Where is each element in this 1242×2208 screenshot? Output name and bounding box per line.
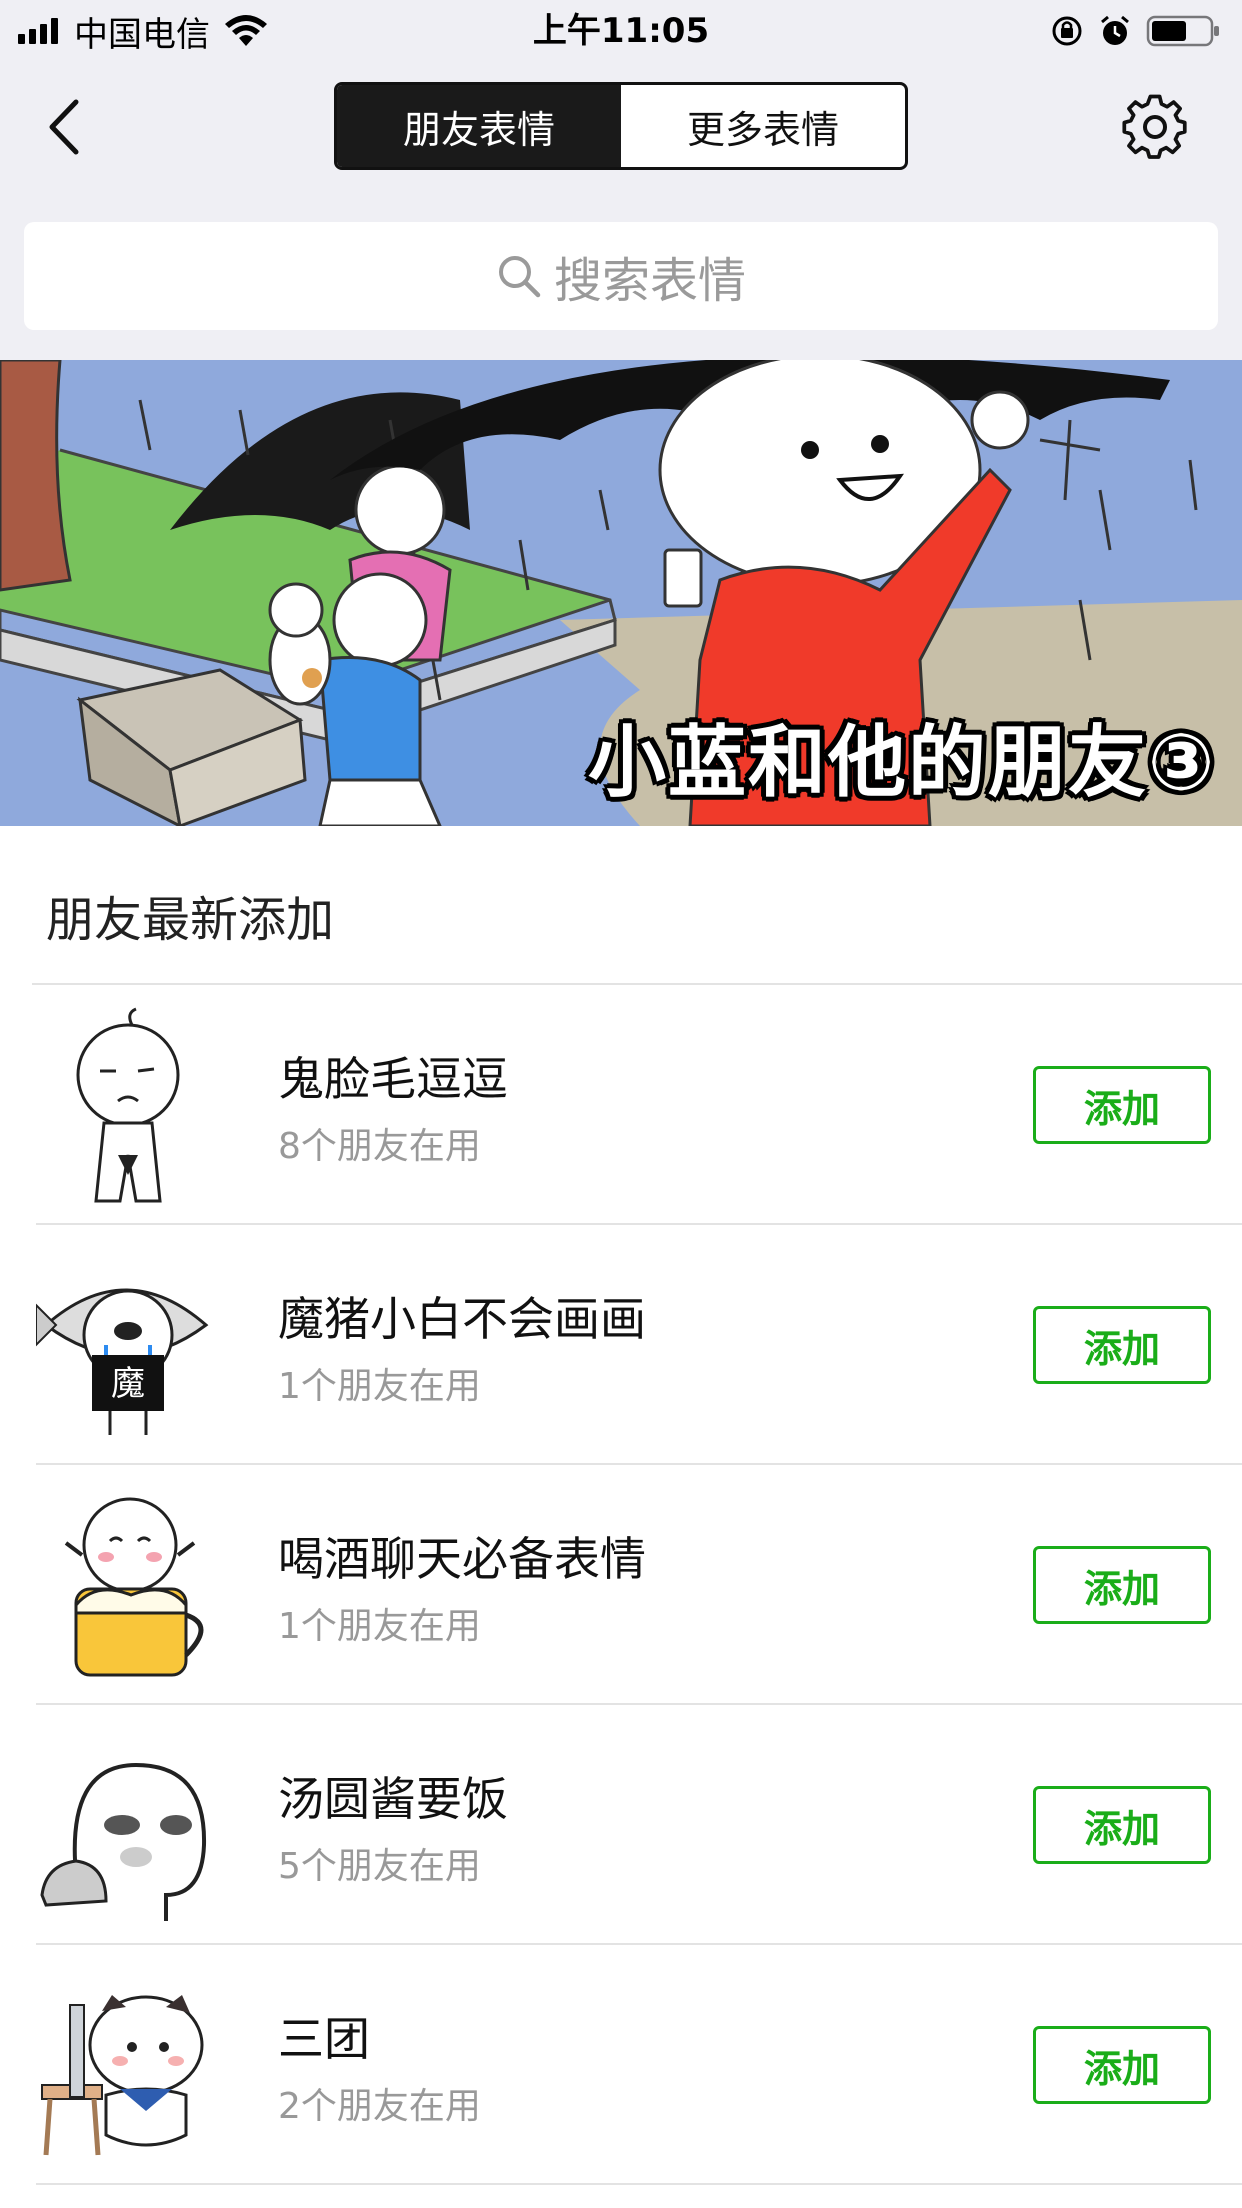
- search-icon: [498, 256, 541, 298]
- battery-icon: [1146, 15, 1219, 47]
- sticker-thumbnail: [64, 1497, 204, 1677]
- add-button[interactable]: 添加: [1033, 1786, 1211, 1864]
- sticker-thumbnail: [40, 1762, 207, 1921]
- sticker-usage: 1个朋友在用: [278, 1606, 481, 1647]
- add-button[interactable]: 添加: [1033, 1066, 1211, 1144]
- orientation-lock-icon: [1052, 16, 1082, 46]
- svg-text:魔: 魔: [111, 1364, 145, 1404]
- gear-icon[interactable]: [1120, 92, 1190, 162]
- status-bar-right: [1036, 10, 1222, 52]
- sticker-usage: 5个朋友在用: [278, 1846, 481, 1887]
- sticker-usage: 2个朋友在用: [278, 2086, 481, 2127]
- sticker-thumbnail: 魔: [36, 1288, 209, 1435]
- add-button[interactable]: 添加: [1033, 2026, 1211, 2104]
- banner-caption: 小蓝和他的朋友③: [587, 718, 1216, 808]
- list-item[interactable]: 汤圆酱要饭 5个朋友在用 添加: [0, 1705, 1242, 1945]
- list-item[interactable]: 喝酒聊天必备表情 1个朋友在用 添加: [0, 1465, 1242, 1705]
- sticker-name: 鬼脸毛逗逗: [278, 1052, 508, 1106]
- sticker-thumbnail: [41, 1995, 204, 2156]
- section-title: 朋友最新添加: [46, 892, 335, 948]
- alarm-icon: [1101, 15, 1129, 45]
- tab-more-stickers[interactable]: 更多表情: [621, 85, 905, 167]
- search-input[interactable]: 搜索表情: [24, 222, 1218, 330]
- add-button[interactable]: 添加: [1033, 1546, 1211, 1624]
- sticker-name: 魔猪小白不会画画: [278, 1292, 646, 1346]
- search-area: 搜索表情: [0, 192, 1242, 360]
- sticker-usage: 8个朋友在用: [278, 1126, 481, 1167]
- tab-friends-stickers[interactable]: 朋友表情: [337, 85, 621, 167]
- navigation-bar: 朋友表情 更多表情: [0, 62, 1242, 192]
- search-placeholder: 搜索表情: [553, 253, 746, 309]
- sticker-thumbnail: [76, 1007, 180, 1203]
- status-bar: 中国电信 上午11:05: [0, 0, 1242, 62]
- sticker-name: 三团: [278, 2012, 370, 2066]
- featured-banner[interactable]: 小蓝和他的朋友③: [0, 360, 1242, 826]
- chevron-left-icon[interactable]: [40, 94, 90, 160]
- sticker-name: 喝酒聊天必备表情: [278, 1532, 646, 1586]
- segmented-control: 朋友表情 更多表情: [334, 82, 908, 170]
- sticker-usage: 1个朋友在用: [278, 1366, 481, 1407]
- add-button[interactable]: 添加: [1033, 1306, 1211, 1384]
- sticker-name: 汤圆酱要饭: [278, 1772, 508, 1826]
- sticker-list: 鬼脸毛逗逗 8个朋友在用 添加 魔 魔猪小白不会画画 1个朋友在用 添加 喝酒聊…: [0, 985, 1242, 2185]
- list-item[interactable]: 鬼脸毛逗逗 8个朋友在用 添加: [0, 985, 1242, 1225]
- list-item[interactable]: 魔 魔猪小白不会画画 1个朋友在用 添加: [0, 1225, 1242, 1465]
- list-item[interactable]: 三团 2个朋友在用 添加: [0, 1945, 1242, 2185]
